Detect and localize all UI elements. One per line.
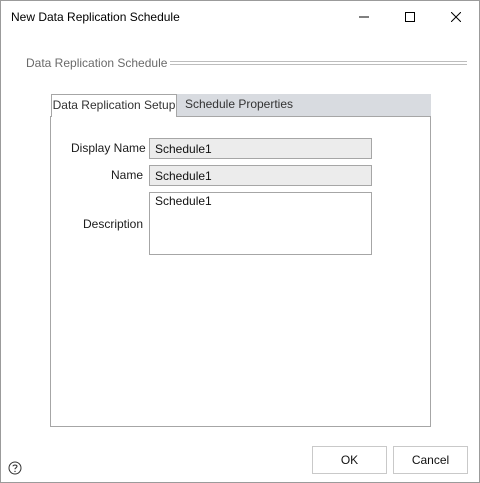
tab-strip: Data Replication Setup Schedule Properti… — [51, 94, 431, 117]
tab-panel — [50, 116, 431, 427]
window-title: New Data Replication Schedule — [11, 10, 180, 24]
help-icon[interactable] — [8, 461, 22, 475]
display-name-field[interactable]: Schedule1 — [149, 138, 372, 159]
maximize-button[interactable] — [387, 1, 433, 33]
section-divider — [170, 61, 467, 65]
title-bar: New Data Replication Schedule — [1, 1, 479, 33]
description-field[interactable]: Schedule1 — [149, 192, 372, 255]
minimize-button[interactable] — [341, 1, 387, 33]
close-button[interactable] — [433, 1, 479, 33]
name-field[interactable]: Schedule1 — [149, 165, 372, 186]
cancel-button[interactable]: Cancel — [393, 446, 468, 474]
name-label: Name — [111, 168, 144, 182]
ok-button[interactable]: OK — [312, 446, 387, 474]
section-heading: Data Replication Schedule — [26, 56, 168, 70]
display-name-label: Display Name — [71, 141, 146, 155]
tab-schedule-properties[interactable]: Schedule Properties — [177, 94, 301, 116]
tab-data-replication-setup[interactable]: Data Replication Setup — [51, 94, 177, 117]
description-label: Description — [83, 217, 144, 231]
minimize-icon — [359, 16, 369, 18]
dialog-window: New Data Replication Schedule Data Repli… — [0, 0, 480, 483]
maximize-icon — [405, 12, 415, 22]
close-icon — [451, 12, 461, 22]
